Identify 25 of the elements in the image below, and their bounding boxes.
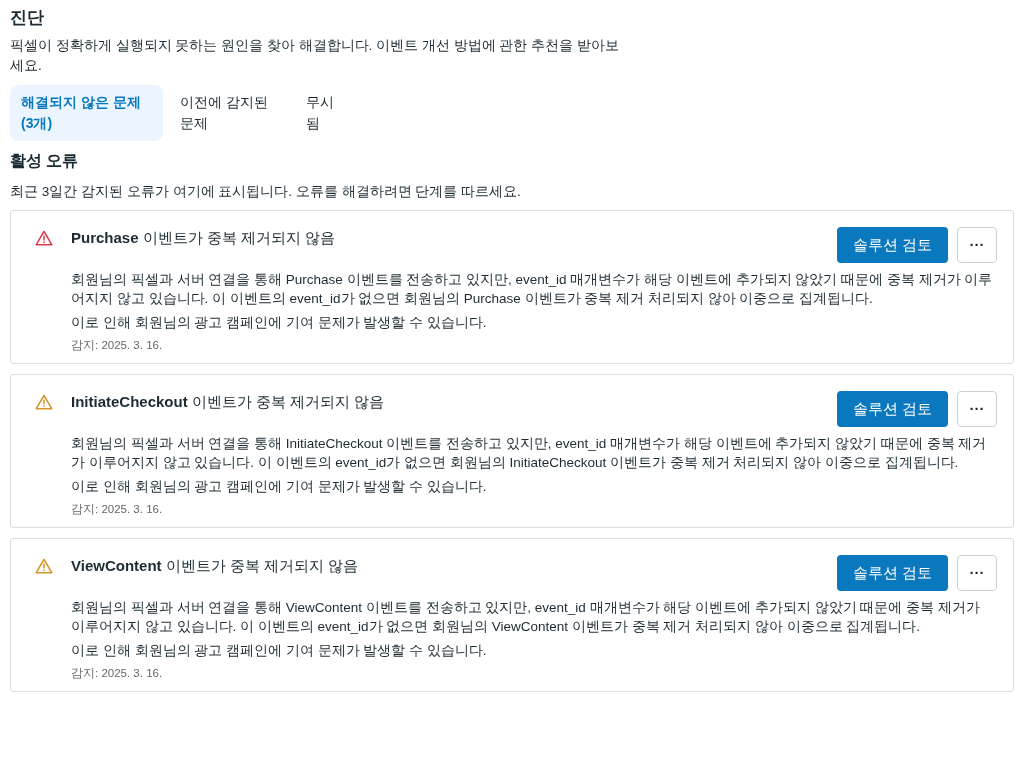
page-description: 픽셀이 정확하게 실행되지 못하는 원인을 찾아 해결합니다. 이벤트 개선 방법에 관한 추천을 받아보세요. bbox=[10, 37, 620, 75]
issue-title: InitiateCheckout 이벤트가 중복 제거되지 않음 bbox=[71, 392, 385, 412]
issue-body: 회원님의 픽셀과 서버 연결을 통해 ViewContent 이벤트를 전송하고 있지만, event_id 매개변수가 해당 이벤트에 추가되지 않았기 때문에 중복 제거가 이루어지지 않고 있습니다. 이 이벤트의 event_id가 없으면 회원님의 ViewContent 이벤트가 중복 제거 처리되지 않아 이중으로 집계됩니다. bbox=[71, 599, 981, 636]
issue-impact: 이로 인해 회원님의 광고 캠페인에 기여 문제가 발생할 수 있습니다. bbox=[71, 642, 488, 660]
more-button[interactable]: ··· bbox=[957, 391, 997, 427]
detected-date: 감지: 2025. 3. 16. bbox=[71, 338, 164, 353]
section-subtitle: 최근 3일간 감지된 오류가 여기에 표시됩니다. 오류를 해결하려면 단계를 따르세요. bbox=[10, 183, 522, 201]
detected-date: 감지: 2025. 3. 16. bbox=[71, 502, 164, 517]
detected-date: 감지: 2025. 3. 16. bbox=[71, 666, 164, 681]
section-title: 활성 오류 bbox=[10, 151, 80, 171]
issue-body: 회원님의 픽셀과 서버 연결을 통해 Purchase 이벤트를 전송하고 있지만, event_id 매개변수가 해당 이벤트에 추가되지 않았기 때문에 중복 제거가 이루어지지 않고 있습니다. 이 이벤트의 event_id가 없으면 회원님의 Purchase 이벤트가 중복 제거 처리되지 않아 이중으로 집계됩니다. bbox=[71, 271, 994, 308]
review-solution-button[interactable]: 솔루션 검토 bbox=[836, 227, 948, 263]
issue-impact: 이로 인해 회원님의 광고 캠페인에 기여 문제가 발생할 수 있습니다. bbox=[71, 314, 488, 332]
more-button[interactable]: ··· bbox=[957, 227, 997, 263]
review-solution-button[interactable]: 솔루션 검토 bbox=[836, 391, 948, 427]
tab[interactable]: 이전에 감지된 문제 bbox=[169, 85, 289, 141]
review-solution-button[interactable]: 솔루션 검토 bbox=[836, 555, 948, 591]
issue-impact: 이로 인해 회원님의 광고 캠페인에 기여 문제가 발생할 수 있습니다. bbox=[71, 478, 488, 496]
issue-title: Purchase 이벤트가 중복 제거되지 않음 bbox=[71, 228, 336, 248]
issue-body: 회원님의 픽셀과 서버 연결을 통해 InitiateCheckout 이벤트를 전송하고 있지만, event_id 매개변수가 해당 이벤트에 추가되지 않았기 때문에 중복 제거가 이루어지지 않고 있습니다. 이 이벤트의 event_id가 없으면 회원님의 InitiateCheckout 이벤트가 중복 제거 처리되지 않아 이중으로 집계됩니다. bbox=[71, 435, 988, 472]
tab[interactable]: 무시됨 bbox=[295, 85, 345, 141]
more-button[interactable]: ··· bbox=[957, 555, 997, 591]
tab[interactable]: 해결되지 않은 문제(3개) bbox=[10, 85, 163, 141]
issue-title: ViewContent 이벤트가 중복 제거되지 않음 bbox=[71, 556, 359, 576]
page-title: 진단 bbox=[10, 7, 45, 29]
